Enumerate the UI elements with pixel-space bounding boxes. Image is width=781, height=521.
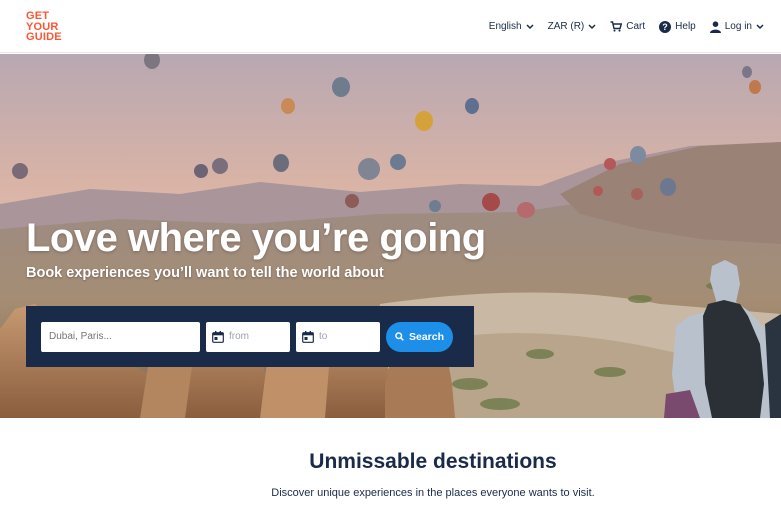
currency-label: ZAR (R)	[547, 21, 585, 32]
chevron-down-icon	[756, 23, 764, 29]
login-menu[interactable]: Log in	[703, 15, 771, 39]
chevron-down-icon	[526, 23, 534, 29]
search-button[interactable]: Search	[386, 321, 453, 352]
site-header: GET YOUR GUIDE English ZAR (R) Cart ? He…	[0, 0, 781, 53]
calendar-icon	[302, 330, 314, 343]
search-panel: from to Search	[26, 306, 474, 367]
hero-title: Love where you’re going	[26, 216, 486, 260]
logo-line-3: GUIDE	[26, 31, 62, 43]
calendar-icon	[212, 330, 224, 343]
help-link[interactable]: ? Help	[652, 15, 703, 39]
currency-selector[interactable]: ZAR (R)	[541, 15, 604, 39]
from-date-field[interactable]: from	[206, 321, 290, 352]
section-subtitle: Discover unique experiences in the place…	[271, 487, 595, 499]
cart-label: Cart	[626, 21, 646, 32]
hero-subtitle: Book experiences you’ll want to tell the…	[26, 265, 384, 281]
language-selector[interactable]: English	[482, 15, 541, 39]
help-label: Help	[675, 21, 696, 32]
language-label: English	[488, 21, 522, 32]
to-placeholder: to	[319, 331, 328, 342]
logo[interactable]: GET YOUR GUIDE	[26, 11, 70, 43]
help-icon: ?	[659, 20, 672, 33]
search-icon	[395, 332, 404, 341]
section-title: Unmissable destinations	[309, 450, 557, 473]
login-label: Log in	[724, 21, 752, 32]
destination-input[interactable]	[41, 321, 200, 352]
logo-line-1: GET	[26, 10, 50, 22]
to-date-field[interactable]: to	[296, 321, 380, 352]
chevron-down-icon	[588, 23, 596, 29]
hero-banner: Love where you’re going Book experiences…	[0, 54, 781, 418]
search-button-label: Search	[408, 330, 445, 343]
from-placeholder: from	[229, 331, 249, 342]
user-icon	[709, 20, 721, 33]
svg-text:?: ?	[662, 22, 668, 32]
cart-icon	[610, 21, 623, 32]
top-nav: English ZAR (R) Cart ? Help Log in	[482, 0, 771, 53]
cart-link[interactable]: Cart	[603, 15, 652, 39]
